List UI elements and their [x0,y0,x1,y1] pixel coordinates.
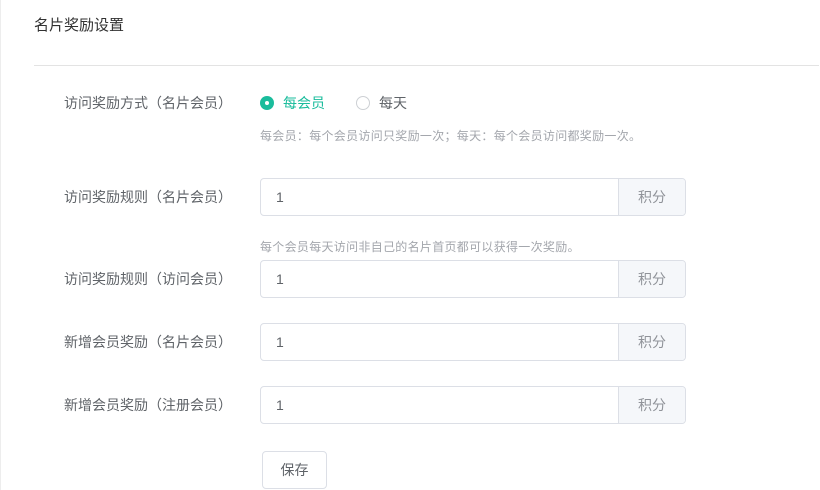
new-member-register-input-group: 积分 [260,386,686,424]
visit-rule-card-input-group: 积分 [260,178,686,216]
new-member-card-input[interactable] [261,324,618,360]
new-member-register-unit: 积分 [618,387,685,423]
visit-rule-visitor-help-text: 每个会员每天访问非自己的名片首页都可以获得一次奖励。 [260,238,580,255]
form-row-visit-rule-visitor: 访问奖励规则（访问会员） 积分 [1,260,820,298]
title-divider [34,65,819,66]
new-member-register-label: 新增会员奖励（注册会员） [1,395,232,415]
visit-rule-card-input[interactable] [261,179,618,215]
save-button[interactable]: 保存 [262,451,327,489]
form-row-new-member-card: 新增会员奖励（名片会员） 积分 [1,323,820,361]
reward-mode-radio-group: 每会员 每天 [260,93,407,113]
radio-unselected-icon[interactable] [356,96,370,110]
visit-rule-visitor-unit: 积分 [618,261,685,297]
radio-option-per-member[interactable]: 每会员 [260,93,325,113]
radio-option-per-day[interactable]: 每天 [356,93,407,113]
new-member-card-input-group: 积分 [260,323,686,361]
radio-selected-icon[interactable] [260,96,274,110]
new-member-card-label: 新增会员奖励（名片会员） [1,332,232,352]
card-reward-settings-panel: 名片奖励设置 访问奖励方式（名片会员） 每会员 每天 每会员：每个会员访问只奖励… [0,0,820,490]
visit-rule-card-label: 访问奖励规则（名片会员） [1,187,232,207]
new-member-card-unit: 积分 [618,324,685,360]
radio-option-per-member-label[interactable]: 每会员 [283,93,325,113]
form-row-reward-mode: 访问奖励方式（名片会员） 每会员 每天 [1,93,820,113]
page-title: 名片奖励设置 [34,14,124,35]
reward-mode-label: 访问奖励方式（名片会员） [1,93,232,113]
radio-option-per-day-label[interactable]: 每天 [379,93,407,113]
reward-mode-help-text: 每会员：每个会员访问只奖励一次；每天：每个会员访问都奖励一次。 [260,127,641,144]
visit-rule-visitor-label: 访问奖励规则（访问会员） [1,269,232,289]
form-row-visit-rule-card: 访问奖励规则（名片会员） 积分 [1,178,820,216]
new-member-register-input[interactable] [261,387,618,423]
visit-rule-visitor-input-group: 积分 [260,260,686,298]
form-row-new-member-register: 新增会员奖励（注册会员） 积分 [1,386,820,424]
visit-rule-visitor-input[interactable] [261,261,618,297]
visit-rule-card-unit: 积分 [618,179,685,215]
